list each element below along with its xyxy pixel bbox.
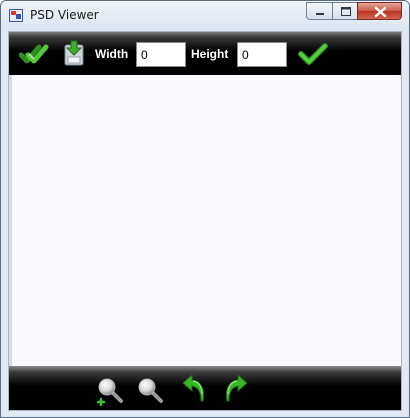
client-area: Width Height (8, 31, 402, 411)
top-toolbar: Width Height (9, 32, 401, 75)
close-icon (374, 6, 387, 18)
zoom-in-icon[interactable] (95, 376, 127, 406)
bottom-toolbar (9, 366, 401, 410)
zoom-out-icon[interactable] (135, 376, 167, 404)
window-title: PSD Viewer (30, 8, 99, 22)
app-window: PSD Viewer Width 0 Height 0 (0, 0, 410, 418)
width-label: Width (95, 47, 129, 61)
maximize-icon (341, 7, 351, 16)
double-check-icon[interactable] (19, 41, 49, 67)
maximize-button[interactable] (332, 2, 358, 20)
title-bar[interactable]: PSD Viewer (1, 1, 409, 31)
save-download-icon[interactable] (61, 39, 87, 67)
rotate-left-icon[interactable] (181, 374, 207, 404)
height-label: Height (191, 47, 229, 61)
minimize-button[interactable] (306, 2, 333, 20)
close-button[interactable] (357, 2, 402, 20)
checkmark-icon[interactable] (298, 41, 328, 67)
image-canvas[interactable] (9, 75, 401, 366)
app-icon (9, 9, 23, 22)
minimize-icon (316, 13, 324, 15)
height-input[interactable] (237, 42, 287, 67)
width-input[interactable] (136, 42, 186, 67)
rotate-right-icon[interactable] (223, 374, 249, 404)
